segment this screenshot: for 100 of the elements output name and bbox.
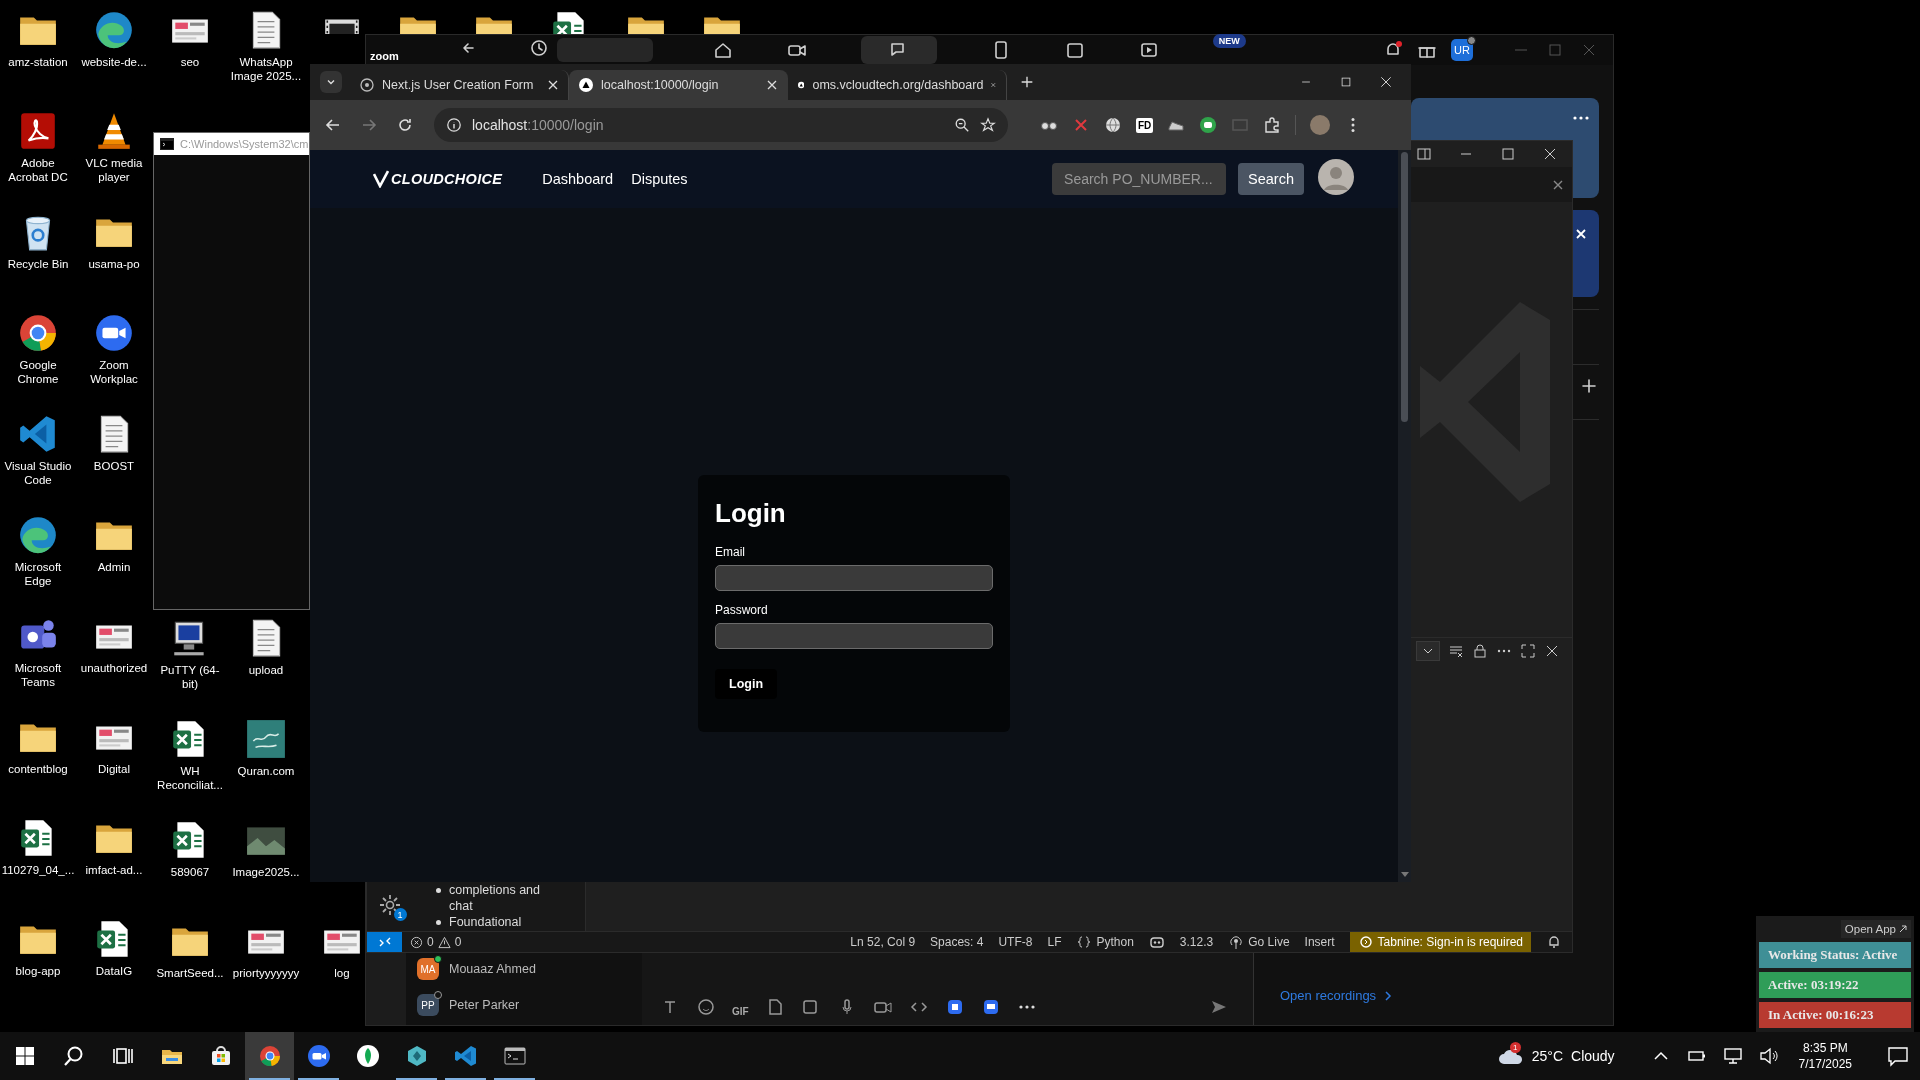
- desktop-icon-label[interactable]: WH Reconciliat...: [153, 764, 227, 792]
- maximize-icon[interactable]: [1500, 146, 1516, 162]
- site-info-icon[interactable]: [446, 117, 462, 133]
- gif-button[interactable]: GIF: [732, 1006, 749, 1017]
- close-icon[interactable]: [548, 80, 558, 90]
- desktop-icon-label[interactable]: Recycle Bin: [7, 257, 69, 271]
- emoji-icon[interactable]: [696, 997, 716, 1017]
- scrollbar[interactable]: [1398, 150, 1411, 882]
- clear-list-icon[interactable]: [1448, 643, 1464, 659]
- desktop-icon-label[interactable]: 589067: [170, 865, 210, 879]
- desktop-icon-label[interactable]: PuTTY (64-bit): [153, 663, 227, 691]
- desktop-icon-label[interactable]: usama-po: [88, 257, 140, 271]
- desktop-icon-label[interactable]: imfact-ad...: [85, 863, 143, 877]
- star-icon[interactable]: [980, 117, 996, 133]
- problems-indicator[interactable]: 0 0: [410, 935, 462, 949]
- scrollbar-thumb[interactable]: [1401, 152, 1408, 422]
- reload-icon[interactable]: [396, 116, 414, 134]
- status-item[interactable]: Insert: [1304, 935, 1335, 949]
- bell-icon[interactable]: [1546, 934, 1562, 950]
- desktop-icon-label[interactable]: seo: [180, 55, 200, 69]
- browser-tab[interactable]: localhost:10000/login: [569, 70, 788, 100]
- desktop-icon-label[interactable]: Zoom Workplac: [77, 358, 151, 386]
- robot-icon[interactable]: [1199, 116, 1218, 134]
- plus-icon[interactable]: [1579, 376, 1599, 396]
- login-button[interactable]: Login: [715, 669, 777, 699]
- language-mode[interactable]: Python: [1076, 934, 1134, 950]
- desktop-icon-label[interactable]: Quran.com: [237, 764, 295, 778]
- contact-name[interactable]: Mouaaz Ahmed: [449, 962, 536, 976]
- desktop-icon-label[interactable]: 110279_04_...: [1, 863, 75, 877]
- maximize-icon[interactable]: [1520, 643, 1536, 659]
- desktop-icon-label[interactable]: priortyyyyyyy: [232, 966, 300, 980]
- history-icon[interactable]: [528, 38, 549, 58]
- video-camera-icon[interactable]: [93, 312, 135, 354]
- desktop-icon-label[interactable]: unauthorized: [80, 661, 148, 675]
- temperature-text[interactable]: 25°C: [1531, 1048, 1563, 1064]
- open-app-button[interactable]: Open App: [1840, 920, 1911, 938]
- status-warning[interactable]: Tabnine: Sign-in is required: [1349, 932, 1531, 952]
- scroll-down-icon[interactable]: [1400, 872, 1409, 878]
- plus-icon[interactable]: [1019, 74, 1035, 90]
- play-icon[interactable]: [1138, 40, 1159, 60]
- desktop-icon-label[interactable]: amz-station: [8, 55, 68, 69]
- address-bar[interactable]: localhost:10000/login: [434, 108, 1008, 142]
- taskbar-button[interactable]: [245, 1032, 294, 1080]
- nav-link[interactable]: Dashboard: [542, 171, 614, 187]
- desktop-icon-label[interactable]: Admin: [97, 560, 131, 574]
- desktop-icon-label[interactable]: Microsoft Teams: [1, 661, 75, 689]
- zoom-icon[interactable]: [954, 117, 970, 133]
- calendar-icon[interactable]: [1064, 40, 1085, 60]
- desktop-icon-label[interactable]: Google Chrome: [1, 358, 75, 386]
- desktop-icon-label[interactable]: DataIG: [95, 964, 133, 978]
- status-item[interactable]: Ln 52, Col 9: [850, 935, 916, 949]
- close-icon[interactable]: [1544, 643, 1560, 659]
- user-avatar[interactable]: UR: [1451, 39, 1473, 61]
- extension-button[interactable]: FD: [1136, 117, 1154, 133]
- desktop-icon-label[interactable]: WhatsApp Image 2025...: [229, 55, 303, 83]
- notification-icon[interactable]: [1886, 1044, 1910, 1068]
- lock-icon[interactable]: [1472, 643, 1488, 659]
- browser-icon[interactable]: [17, 312, 59, 354]
- brand-logo[interactable]: CLOUDCHOICE: [391, 171, 503, 187]
- contact-name[interactable]: Peter Parker: [449, 998, 520, 1012]
- split-layout-icon[interactable]: [1416, 146, 1432, 162]
- status-item[interactable]: UTF-8: [998, 935, 1033, 949]
- globe-icon[interactable]: [1104, 116, 1122, 134]
- search-button[interactable]: Search: [1238, 163, 1304, 195]
- desktop-icon-label[interactable]: Microsoft Edge: [1, 560, 75, 588]
- tile-icon[interactable]: [245, 718, 287, 760]
- user-avatar-icon[interactable]: [1318, 159, 1354, 195]
- tab-list-button[interactable]: [320, 71, 342, 93]
- close-icon[interactable]: [767, 80, 777, 90]
- contact-avatar[interactable]: PP: [417, 994, 439, 1016]
- profile-avatar[interactable]: [1310, 115, 1331, 135]
- maximize-icon[interactable]: [1339, 75, 1353, 89]
- desktop-icon-label[interactable]: Image2025...: [232, 865, 300, 879]
- robot-face-icon[interactable]: [1148, 934, 1165, 950]
- desktop-icon-label[interactable]: Visual Studio Code: [1, 459, 75, 487]
- search-field[interactable]: [556, 38, 653, 62]
- desktop-icon-label[interactable]: blog-app: [15, 964, 61, 978]
- desktop-icon-label[interactable]: contentblog: [8, 762, 68, 776]
- open-recordings-link[interactable]: Open recordings: [1280, 988, 1377, 1003]
- desktop-icon-label[interactable]: SmartSeed...: [156, 966, 224, 980]
- close-icon[interactable]: [1379, 75, 1393, 89]
- chat-tab[interactable]: [860, 36, 937, 64]
- clock[interactable]: 8:35 PM 7/17/2025: [1798, 1040, 1852, 1072]
- close-icon[interactable]: [1542, 146, 1558, 162]
- desktop-icon-label[interactable]: website-de...: [81, 55, 147, 69]
- settings-icon[interactable]: [377, 893, 402, 917]
- input-field[interactable]: [715, 623, 993, 649]
- puzzle-icon[interactable]: [1263, 116, 1282, 134]
- desktop-icon-label[interactable]: Digital: [98, 762, 130, 776]
- wave-icon[interactable]: [93, 9, 135, 51]
- nav-link[interactable]: Disputes: [631, 171, 688, 187]
- weather-condition[interactable]: Cloudy: [1571, 1048, 1615, 1064]
- wave-icon[interactable]: [17, 514, 59, 556]
- input-field[interactable]: [715, 565, 993, 591]
- desktop-icon-label[interactable]: log: [334, 966, 350, 980]
- status-item[interactable]: Spaces: 4: [930, 935, 984, 949]
- go-live-button[interactable]: Go Live: [1228, 934, 1290, 950]
- home-icon[interactable]: [712, 40, 733, 60]
- status-item[interactable]: LF: [1047, 935, 1062, 949]
- desktop-icon-label[interactable]: VLC media player: [77, 156, 151, 184]
